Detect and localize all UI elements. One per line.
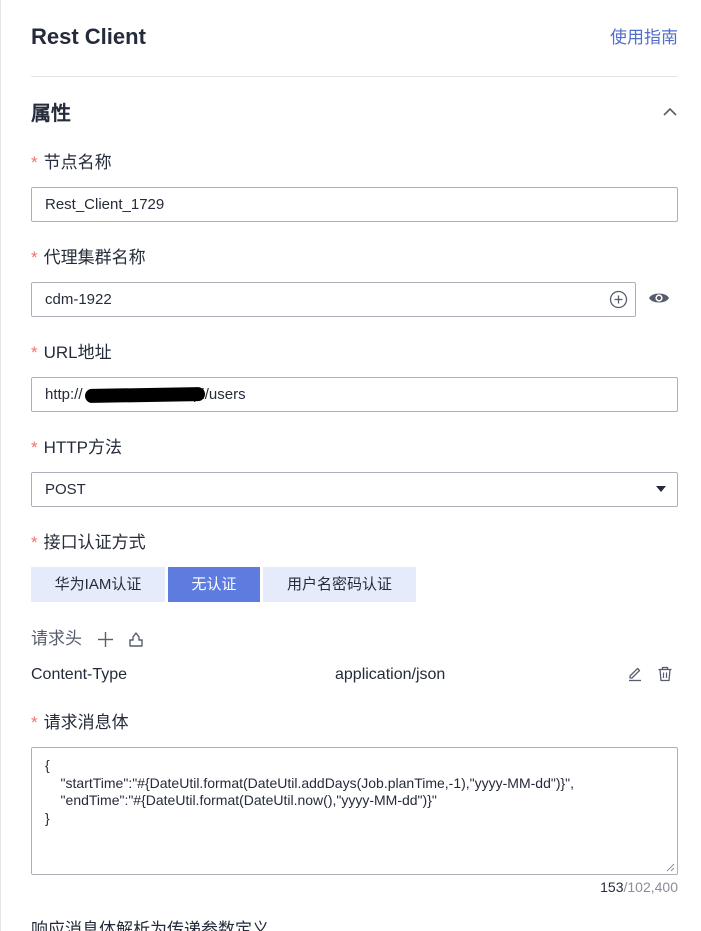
- char-counter: 153/102,400: [600, 879, 678, 895]
- panel-left-border: [0, 0, 1, 931]
- response-params-label: 响应消息体解析为传递参数定义: [31, 920, 269, 931]
- eye-icon[interactable]: [648, 290, 670, 306]
- node-name-label: * 节点名称: [31, 153, 112, 172]
- plus-icon[interactable]: [97, 631, 114, 648]
- auth-option-none[interactable]: 无认证: [168, 567, 260, 602]
- agent-cluster-label: * 代理集群名称: [31, 248, 146, 267]
- auth-method-label: * 接口认证方式: [31, 533, 146, 552]
- required-mark: *: [31, 248, 38, 267]
- resize-handle-icon[interactable]: [665, 862, 675, 872]
- required-mark: *: [31, 438, 38, 457]
- required-mark: *: [31, 153, 38, 172]
- required-mark: *: [31, 533, 38, 552]
- trash-icon[interactable]: [657, 666, 673, 682]
- body-line: {: [45, 757, 50, 773]
- usage-guide-link[interactable]: 使用指南: [610, 25, 678, 51]
- url-label: * URL地址: [31, 343, 112, 362]
- required-mark: *: [31, 343, 38, 362]
- caret-down-icon: [656, 486, 666, 492]
- panel-header: Rest Client 使用指南: [31, 22, 678, 52]
- request-headers-label: 请求头: [31, 629, 82, 648]
- agent-cluster-select[interactable]: cdm-1922: [31, 282, 636, 317]
- request-body-label: * 请求消息体: [31, 713, 129, 732]
- http-method-label: * HTTP方法: [31, 438, 123, 457]
- auth-option-huawei-iam[interactable]: 华为IAM认证: [31, 567, 165, 602]
- http-method-select[interactable]: POST: [31, 472, 678, 507]
- body-line: "startTime":"#{DateUtil.format(DateUtil.…: [45, 774, 575, 791]
- node-name-input[interactable]: Rest_Client_1729: [31, 187, 678, 222]
- http-method-value: POST: [45, 481, 86, 498]
- header-row-value: application/json: [335, 666, 446, 683]
- body-line: "endTime":"#{DateUtil.format(DateUtil.no…: [45, 792, 437, 808]
- add-circle-icon[interactable]: [609, 290, 628, 309]
- redaction-mark: [84, 386, 206, 404]
- auth-option-username-password[interactable]: 用户名密码认证: [263, 567, 416, 602]
- section-title-properties: 属性: [31, 103, 71, 125]
- agent-cluster-value: cdm-1922: [45, 291, 112, 308]
- chevron-up-icon[interactable]: [660, 102, 680, 122]
- edit-icon[interactable]: [627, 666, 643, 682]
- body-line: }: [45, 809, 50, 826]
- panel-title: Rest Client: [31, 24, 146, 49]
- import-icon[interactable]: [128, 631, 144, 648]
- request-body-textarea[interactable]: { "startTime":"#{DateUtil.format(DateUti…: [31, 747, 678, 875]
- url-prefix: http://: [45, 386, 83, 403]
- auth-method-tabs: 华为IAM认证 无认证 用户名密码认证: [31, 567, 416, 602]
- header-row-key: Content-Type: [31, 666, 128, 683]
- required-mark: *: [31, 713, 38, 732]
- header-divider: [31, 76, 678, 77]
